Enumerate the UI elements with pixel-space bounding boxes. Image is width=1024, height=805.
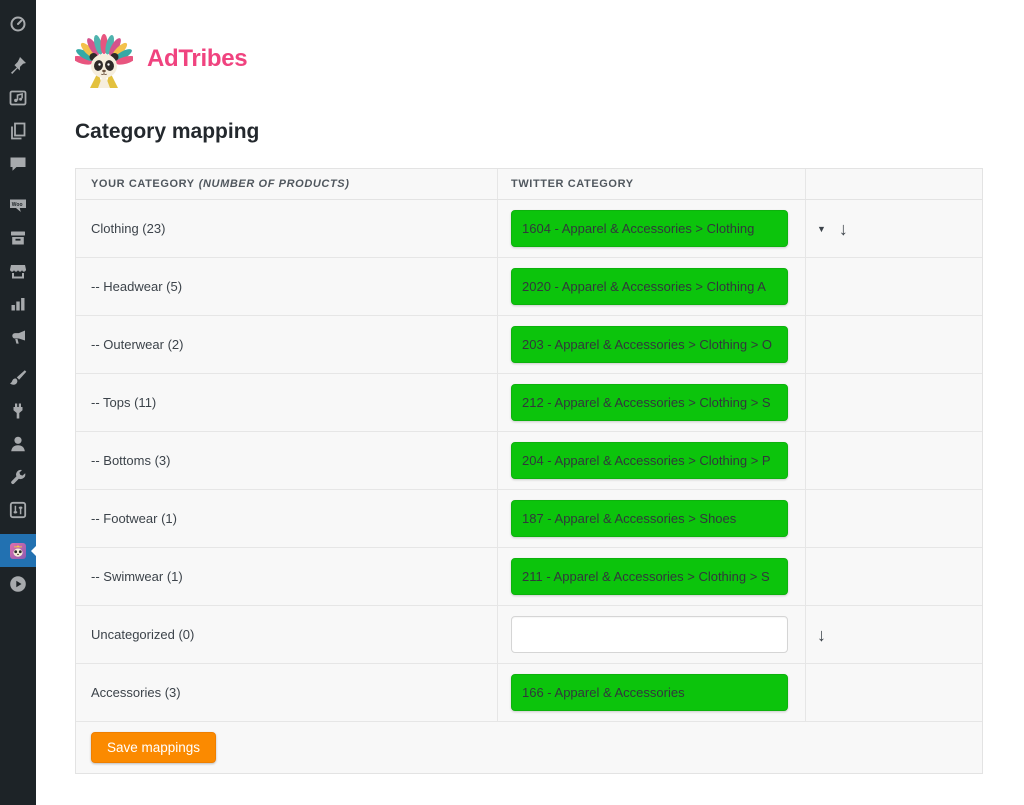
table-row: -- Outerwear (2) ▼ ↓ (76, 316, 982, 374)
sidebar-item-storefront[interactable] (0, 254, 36, 287)
sidebar-item-appearance[interactable] (0, 361, 36, 394)
category-label: -- Outerwear (2) (91, 337, 183, 352)
category-label: Clothing (23) (91, 221, 165, 236)
category-label: -- Headwear (5) (91, 279, 182, 294)
menu-separator (0, 353, 36, 361)
twitter-category-input[interactable] (511, 558, 788, 595)
sidebar-item-marketing[interactable] (0, 320, 36, 353)
table-row: -- Footwear (1) ▼ ↓ (76, 490, 982, 548)
twitter-category-input[interactable] (511, 268, 788, 305)
adtribes-plugin-icon (8, 541, 28, 561)
table-row: -- Bottoms (3) ▼ ↓ (76, 432, 982, 490)
copy-down-arrow-icon[interactable]: ↓ (817, 626, 826, 644)
marketing-icon (8, 327, 28, 347)
column-header-your-category: YOUR CATEGORY (NUMBER OF PRODUCTS) (76, 169, 498, 199)
twitter-category-input[interactable] (511, 210, 788, 247)
plugins-icon (8, 401, 28, 421)
twitter-category-input[interactable] (511, 442, 788, 479)
column-header-twitter-category: TWITTER CATEGORY (498, 169, 806, 199)
settings-icon (8, 500, 28, 520)
sidebar-item-comments[interactable] (0, 147, 36, 180)
svg-text:Woo: Woo (12, 201, 23, 207)
category-label: Uncategorized (0) (91, 627, 194, 642)
table-row: Accessories (3) ▼ ↓ (76, 664, 982, 722)
twitter-category-input[interactable] (511, 500, 788, 537)
table-row: -- Tops (11) ▼ ↓ (76, 374, 982, 432)
sidebar-item-dashboard[interactable] (0, 7, 36, 40)
twitter-category-input[interactable] (511, 616, 788, 653)
admin-sidebar: Woo (0, 0, 36, 805)
sidebar-item-plugins[interactable] (0, 394, 36, 427)
page-title: Category mapping (75, 120, 1024, 144)
twitter-category-input[interactable] (511, 384, 788, 421)
media-icon (8, 88, 28, 108)
sidebar-item-settings[interactable] (0, 493, 36, 526)
video-play-icon (8, 574, 28, 594)
category-mapping-table: YOUR CATEGORY (NUMBER OF PRODUCTS) TWITT… (75, 168, 983, 774)
brand-name: AdTribes (147, 45, 247, 73)
category-label: -- Footwear (1) (91, 511, 177, 526)
sidebar-item-tools[interactable] (0, 460, 36, 493)
twitter-category-input[interactable] (511, 674, 788, 711)
sidebar-item-analytics[interactable] (0, 287, 36, 320)
tools-icon (8, 467, 28, 487)
pages-icon (8, 121, 28, 141)
category-label: -- Bottoms (3) (91, 453, 170, 468)
sidebar-item-woocommerce[interactable]: Woo (0, 188, 36, 221)
sidebar-item-adtribes-plugin[interactable] (0, 534, 36, 567)
table-row: -- Swimwear (1) ▼ ↓ (76, 548, 982, 606)
menu-separator (0, 526, 36, 534)
panda-logo-icon (75, 30, 133, 88)
column-header-actions (806, 169, 982, 199)
products-icon (8, 228, 28, 248)
users-icon (8, 434, 28, 454)
dashboard-icon (8, 14, 28, 34)
main-content: AdTribes Category mapping YOUR CATEGORY … (36, 0, 1024, 805)
table-row: -- Headwear (5) ▼ ↓ (76, 258, 982, 316)
table-row: Uncategorized (0) ▼ ↓ (76, 606, 982, 664)
category-label: -- Swimwear (1) (91, 569, 183, 584)
sidebar-item-users[interactable] (0, 427, 36, 460)
save-mappings-button[interactable]: Save mappings (91, 732, 216, 763)
twitter-category-input[interactable] (511, 326, 788, 363)
category-label: Accessories (3) (91, 685, 181, 700)
sidebar-item-products[interactable] (0, 221, 36, 254)
posts-pin-icon (8, 55, 28, 75)
menu-separator (0, 180, 36, 188)
menu-separator (0, 40, 36, 48)
table-row: Clothing (23) ▼ ↓ (76, 200, 982, 258)
comments-icon (8, 154, 28, 174)
appearance-icon (8, 368, 28, 388)
sidebar-item-pages[interactable] (0, 114, 36, 147)
table-header-row: YOUR CATEGORY (NUMBER OF PRODUCTS) TWITT… (76, 169, 982, 200)
sidebar-item-posts-pin[interactable] (0, 48, 36, 81)
storefront-icon (8, 261, 28, 281)
sidebar-item-video-play[interactable] (0, 567, 36, 600)
category-label: -- Tops (11) (91, 395, 156, 410)
copy-down-arrow-icon[interactable]: ↓ (839, 220, 848, 238)
woocommerce-icon: Woo (8, 195, 28, 215)
analytics-icon (8, 294, 28, 314)
adtribes-logo: AdTribes (75, 28, 1024, 90)
dropdown-caret-icon[interactable]: ▼ (817, 224, 826, 234)
sidebar-item-media[interactable] (0, 81, 36, 114)
table-footer-row: Save mappings (76, 722, 982, 773)
